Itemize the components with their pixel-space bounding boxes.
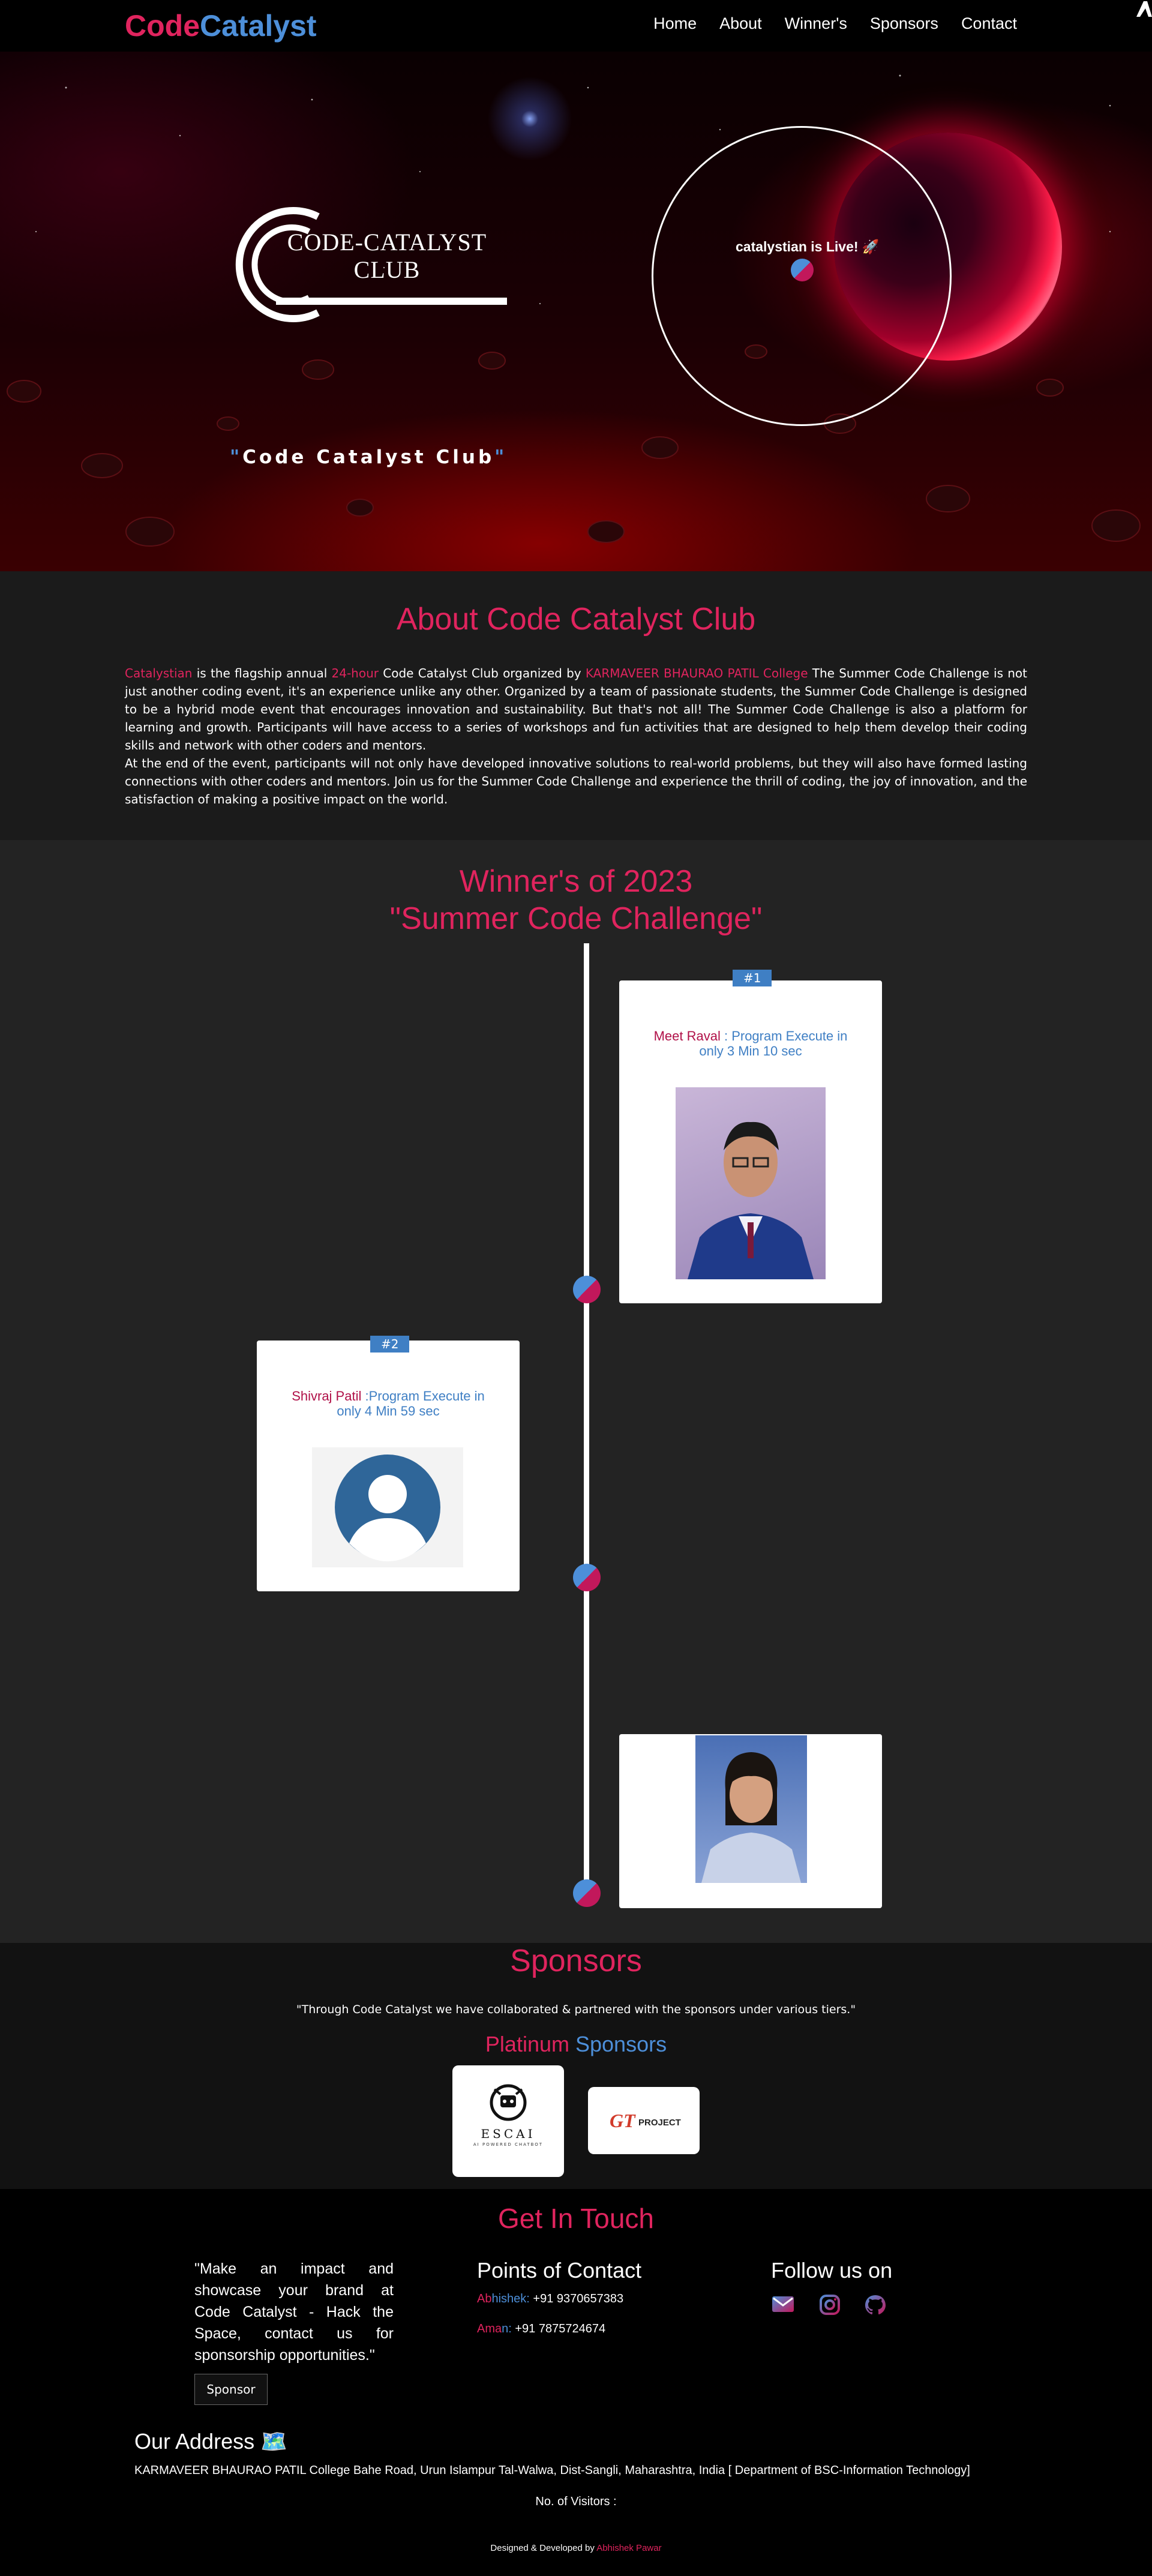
tier-name-platinum: Platinum [485,2032,569,2056]
contact-section: Get In Touch "Make an impact and showcas… [0,2189,1152,2576]
winner-name: Meet Raval [653,1028,721,1043]
address-title: Our Address 🗺️ [134,2429,287,2454]
logo-part-catalyst: Catalyst [200,9,317,43]
winner-card-2: #2 Shivraj Patil :Program Execute in onl… [257,1336,520,1591]
winner-photo-2 [312,1447,463,1567]
email-link[interactable] [771,2294,795,2316]
escai-logo-text: ESCAI [481,2127,536,2141]
winner-result: : Program Execute in only 3 Min 10 sec [699,1028,848,1058]
club-logo-line2: CLUB [353,256,421,283]
winner-rank-badge: #1 [733,970,772,986]
timeline-dot-3 [573,1879,601,1907]
nav-link-home[interactable]: Home [653,14,697,33]
timeline-dot-1 [573,1276,601,1303]
nav-link-winners[interactable]: Winner's [785,14,847,33]
winners-title-line2: "Summer Code Challenge" [389,901,763,936]
contact-name-part: Ama [477,2322,502,2335]
winner-name: Shivraj Patil [292,1389,362,1404]
email-icon [772,2296,794,2312]
highlight-college: KARMAVEER BHAURAO PATIL College [585,666,808,680]
winner-card-1: #1 Meet Raval : Program Execute in only … [619,970,882,1303]
sponsor-logo-gt-project[interactable]: GT PROJECT [588,2087,700,2154]
points-of-contact-title: Points of Contact [477,2258,642,2283]
tagline-close-quote: " [494,446,508,468]
contact-title: Get In Touch [498,2203,654,2234]
contact-phone[interactable]: +91 9370657383 [530,2292,623,2305]
winner-photo-1 [676,1087,826,1279]
address-text: KARMAVEER BHAURAO PATIL College Bahe Roa… [134,2464,970,2477]
winner-rank-badge: #2 [370,1336,410,1353]
contact-name-part: hishek: [491,2292,530,2305]
gt-logo-sub: PROJECT [638,2118,681,2128]
github-icon [865,2295,886,2314]
nav-link-about[interactable]: About [719,14,762,33]
winner-photo-3 [695,1735,807,1883]
hero-section: catalystian is Live! 🚀 CODE-CATALYST CLU… [0,52,1152,571]
gt-logo-main: GT [610,2110,635,2131]
timeline-line [584,943,589,1893]
about-paragraph-2: At the end of the event, participants wi… [125,756,1027,806]
about-section: About Code Catalyst Club Catalystian is … [0,571,1152,840]
highlight-catalystian: Catalystian [125,666,193,680]
contact-phone[interactable]: +91 7875724674 [512,2322,605,2335]
follow-us-title: Follow us on [771,2258,893,2283]
live-indicator-dot [791,259,814,281]
club-logo: CODE-CATALYST CLUB [198,199,510,333]
winner-card-3 [619,1734,882,1908]
sponsor-tier-title: Platinum Sponsors [0,2032,1152,2057]
site-logo[interactable]: CodeCatalyst [125,8,317,43]
nav-link-sponsors[interactable]: Sponsors [870,14,938,33]
nav-links: Home About Winner's Sponsors Contact [653,14,1017,33]
contact-name-part: Ab [477,2292,492,2305]
escai-logo-subtext: AI POWERED CHATBOT [473,2142,544,2147]
sponsor-logo-escai[interactable]: ESCAI AI POWERED CHATBOT [452,2065,564,2177]
tagline-open-quote: " [230,446,243,468]
tagline-text: Code Catalyst Club [242,446,495,468]
corner-glyph [1134,0,1152,23]
credits-prefix: Designed & Developed by [490,2543,597,2553]
nav-link-contact[interactable]: Contact [961,14,1017,33]
winner-portrait-image [701,1752,801,1883]
winners-title: Winner's of 2023 "Summer Code Challenge" [0,863,1152,937]
sponsors-section: Sponsors "Through Code Catalyst we have … [0,1943,1152,2189]
winner-portrait-image [688,1121,814,1279]
footer-credits: Designed & Developed by Abhishek Pawar [0,2543,1152,2553]
winner-card-title: Shivraj Patil :Program Execute in only 4… [287,1389,490,1419]
hero-tagline: "Code Catalyst Club" [230,446,507,468]
top-navbar: CodeCatalyst Home About Winner's Sponsor… [0,0,1152,52]
credits-author-link[interactable]: Abhishek Pawar [596,2543,661,2553]
about-text-2: Code Catalyst Club organized by [379,666,586,680]
contact-line-1: Abhishek: +91 9370657383 [477,2292,623,2306]
about-paragraph-1: Catalystian is the flagship annual 24-ho… [125,664,1027,754]
live-status-text: catalystian is Live! 🚀 [736,239,880,254]
sponsors-quote: "Through Code Catalyst we have collabora… [296,2003,856,2016]
instagram-link[interactable] [819,2294,841,2318]
escai-logo-icon [490,2084,527,2121]
winners-section: Winner's of 2023 "Summer Code Challenge"… [0,840,1152,1943]
about-body: Catalystian is the flagship annual 24-ho… [125,664,1027,808]
logo-part-code: Code [125,9,200,43]
instagram-icon [820,2295,840,2315]
tier-name-sponsors: Sponsors [569,2032,667,2056]
sponsor-button[interactable]: Sponsor [194,2374,268,2405]
about-title: About Code Catalyst Club [396,602,756,637]
corner-a-icon [1136,1,1152,17]
github-link[interactable] [864,2294,887,2319]
winners-title-line1: Winner's of 2023 [459,864,693,899]
club-logo-line1: CODE-CATALYST [287,229,487,256]
contact-line-2: Aman: +91 7875724674 [477,2322,605,2336]
winner-card-title: Meet Raval : Program Execute in only 3 M… [649,1028,852,1058]
sponsors-title: Sponsors [510,1944,642,1978]
timeline-dot-2 [573,1564,601,1591]
sponsor-cta-text: "Make an impact and showcase your brand … [194,2260,394,2364]
default-avatar-icon [335,1455,440,1561]
visitor-counter: No. of Visitors : [535,2495,617,2508]
highlight-24-hour: 24-hour [331,666,379,680]
contact-name-part: n: [502,2322,512,2335]
about-text-1: is the flagship annual [192,666,332,680]
